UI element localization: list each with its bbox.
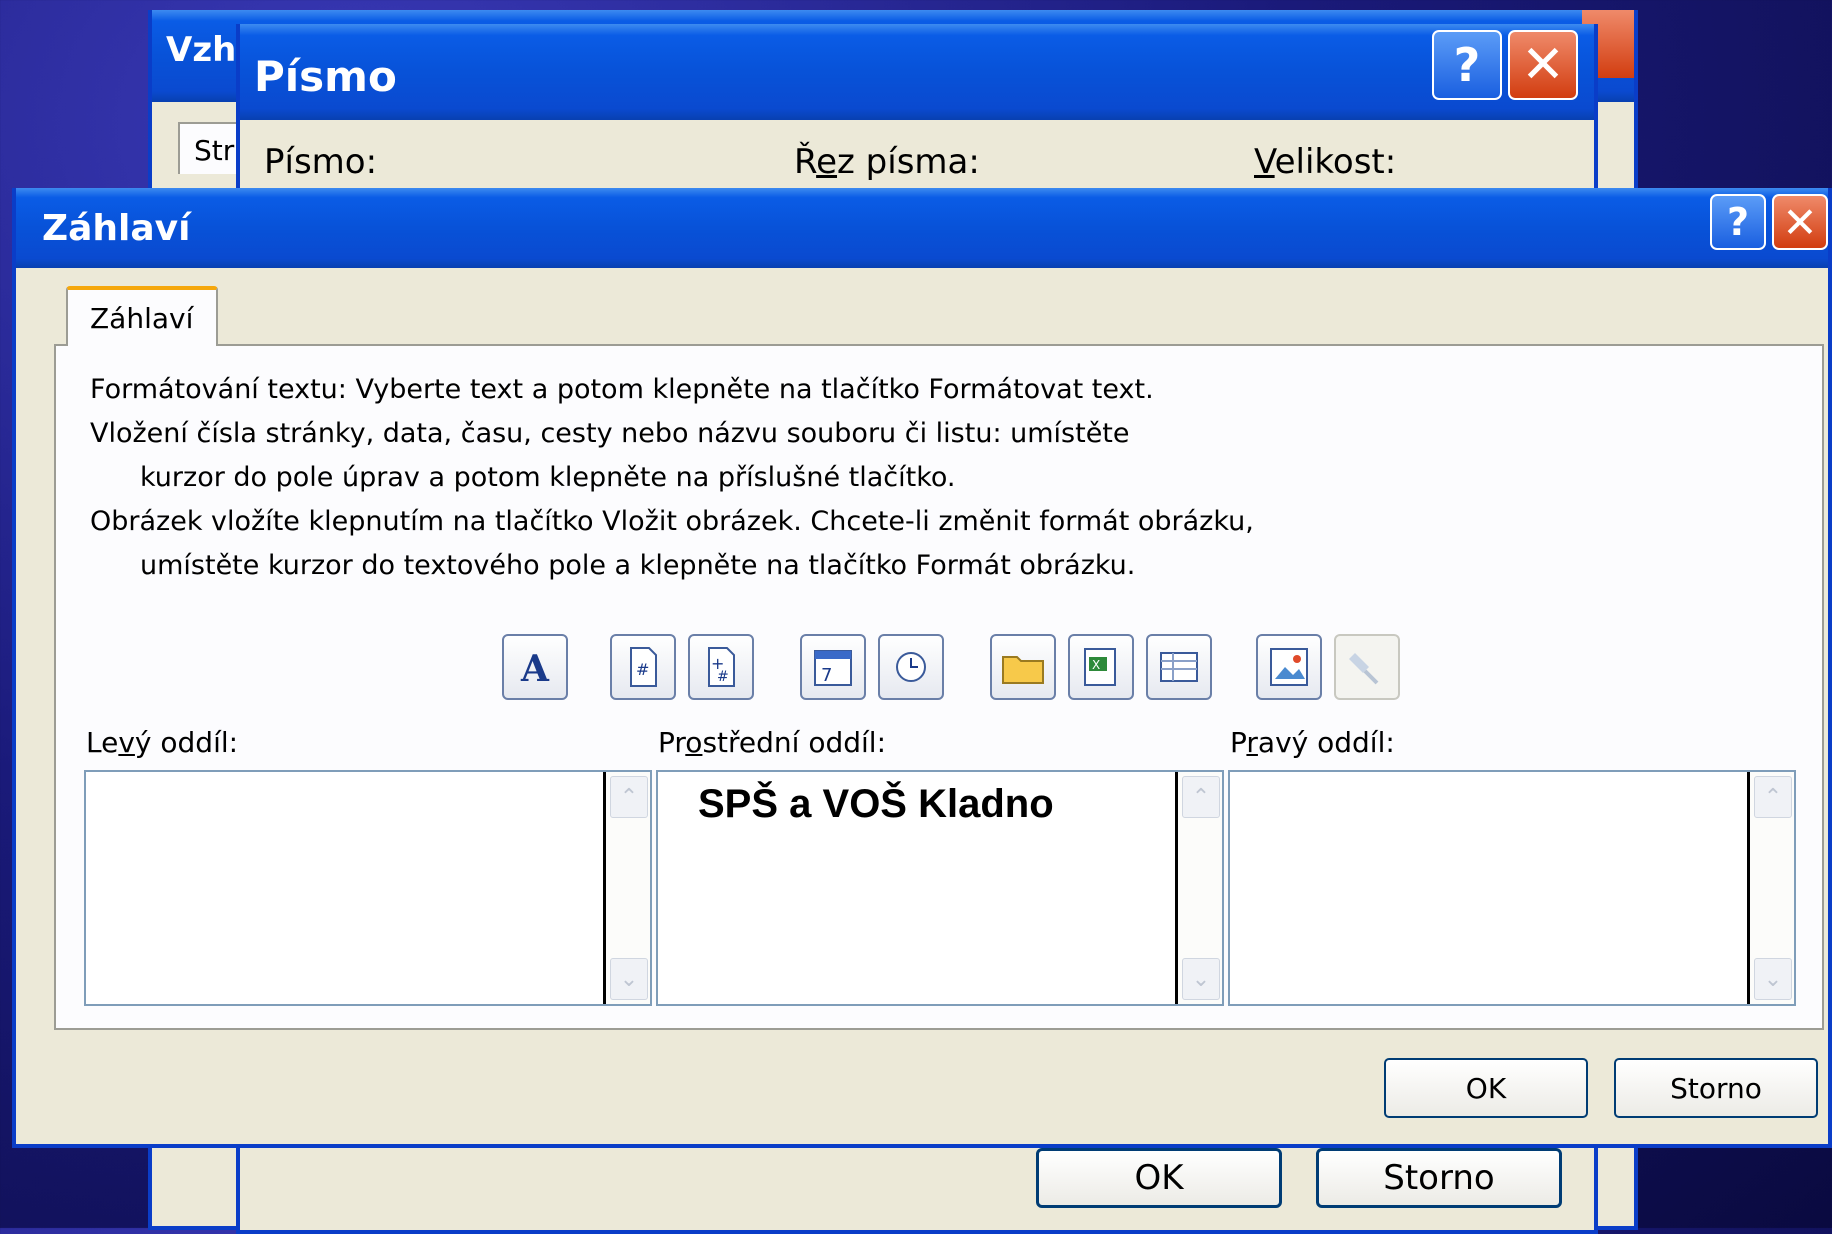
file-path-icon[interactable] [990, 634, 1056, 700]
tab-header[interactable]: Záhlaví [66, 286, 218, 346]
right-section-input[interactable]: ⌃ ⌄ [1228, 770, 1796, 1006]
instruction-line: kurzor do pole úprav a potom klepněte na… [140, 462, 956, 493]
instruction-line: Obrázek vložíte klepnutím na tlačítko Vl… [90, 506, 1254, 537]
left-section-label: Levý oddíl: [86, 726, 239, 759]
insert-picture-icon[interactable] [1256, 634, 1322, 700]
font-close-icon[interactable]: ✕ [1508, 30, 1578, 100]
scroll-down-icon[interactable]: ⌄ [610, 958, 648, 1000]
scroll-up-icon[interactable]: ⌃ [1182, 776, 1220, 818]
instruction-line: Vložení čísla stránky, data, času, cesty… [90, 418, 1130, 449]
right-scrollbar[interactable]: ⌃ ⌄ [1747, 772, 1794, 1004]
font-name-label: Písmo: [264, 142, 378, 182]
svg-text:A: A [520, 648, 550, 687]
cancel-button[interactable]: Storno [1614, 1058, 1818, 1118]
page-setup-tab-label: Str [194, 134, 235, 167]
format-text-icon[interactable]: A [502, 634, 568, 700]
ok-label: OK [1465, 1071, 1507, 1105]
total-pages-icon[interactable]: + # [688, 634, 754, 700]
left-section-input[interactable]: ⌃ ⌄ [84, 770, 652, 1006]
scroll-up-icon[interactable]: ⌃ [1754, 776, 1792, 818]
scroll-up-icon[interactable]: ⌃ [610, 776, 648, 818]
font-dialog-title: Písmo [254, 52, 397, 101]
instruction-line: Formátování textu: Vyberte text a potom … [90, 374, 1154, 405]
font-help-icon[interactable]: ? [1432, 30, 1502, 100]
svg-text:#: # [717, 669, 729, 685]
scroll-down-icon[interactable]: ⌄ [1182, 958, 1220, 1000]
left-scrollbar[interactable]: ⌃ ⌄ [603, 772, 650, 1004]
font-ok-button[interactable]: OK [1036, 1148, 1282, 1208]
cancel-label: Storno [1670, 1071, 1762, 1105]
instruction-line: umístěte kurzor do textového pole a klep… [140, 550, 1136, 581]
help-icon[interactable]: ? [1710, 194, 1766, 250]
svg-text:X: X [1092, 658, 1100, 672]
font-size-label: Velikost: [1254, 142, 1397, 182]
header-panel: Formátování textu: Vyberte text a potom … [54, 344, 1824, 1030]
header-dialog: Záhlaví ? ✕ Záhlaví Formátování textu: V… [12, 188, 1832, 1148]
center-section-text: SPŠ a VOŠ Kladno [698, 782, 1054, 826]
svg-text:#: # [636, 660, 649, 679]
font-dialog-titlebar: Písmo ? ✕ [240, 24, 1594, 120]
center-section-label: Prostřední oddíl: [658, 726, 886, 759]
header-dialog-title: Záhlaví [42, 208, 191, 249]
close-icon[interactable]: ✕ [1772, 194, 1828, 250]
tab-header-label: Záhlaví [90, 302, 194, 335]
sheet-name-icon[interactable] [1146, 634, 1212, 700]
scroll-down-icon[interactable]: ⌄ [1754, 958, 1792, 1000]
time-icon[interactable] [878, 634, 944, 700]
instructions: Formátování textu: Vyberte text a potom … [90, 368, 1254, 588]
file-name-icon[interactable]: X [1068, 634, 1134, 700]
center-scrollbar[interactable]: ⌃ ⌄ [1175, 772, 1222, 1004]
center-section-input[interactable]: SPŠ a VOŠ Kladno ⌃ ⌄ [656, 770, 1224, 1006]
svg-text:7: 7 [821, 665, 832, 686]
format-picture-icon [1334, 634, 1400, 700]
ok-button[interactable]: OK [1384, 1058, 1588, 1118]
page-number-icon[interactable]: # [610, 634, 676, 700]
font-style-label: Řez písma: [794, 142, 980, 182]
date-icon[interactable]: 7 [800, 634, 866, 700]
header-dialog-titlebar: Záhlaví ? ✕ [16, 188, 1828, 268]
right-section-label: Pravý oddíl: [1230, 726, 1395, 759]
font-cancel-button[interactable]: Storno [1316, 1148, 1562, 1208]
